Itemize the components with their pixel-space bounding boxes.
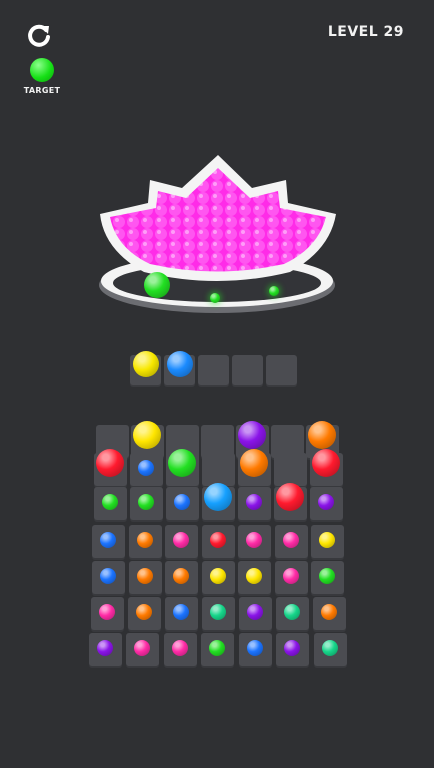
board-ball[interactable] — [320, 604, 337, 620]
board-ball[interactable] — [237, 421, 266, 449]
board-ball[interactable] — [312, 449, 340, 477]
board-ball[interactable] — [318, 494, 334, 510]
board-ball[interactable] — [138, 460, 154, 476]
board-cell[interactable] — [202, 453, 235, 486]
board-ball[interactable] — [246, 604, 263, 620]
board-ball[interactable] — [246, 494, 262, 510]
tray-ball — [167, 351, 193, 377]
base-ring-shadow — [99, 257, 335, 313]
board-ball[interactable] — [282, 532, 299, 548]
board-ball[interactable] — [98, 604, 115, 620]
board-ball[interactable] — [282, 568, 299, 584]
tray-slot — [266, 355, 297, 385]
board-ball[interactable] — [171, 640, 188, 656]
board-ball[interactable] — [102, 494, 118, 510]
target-ball — [30, 58, 54, 82]
board-ball[interactable] — [209, 568, 226, 584]
tray-slot — [232, 355, 263, 385]
board-ball[interactable] — [135, 604, 152, 620]
board-ball[interactable] — [246, 640, 263, 656]
figure-ball — [210, 293, 220, 303]
lotus-fill — [110, 168, 326, 272]
board-ball[interactable] — [276, 483, 304, 511]
board-ball[interactable] — [307, 421, 336, 449]
board-ball[interactable] — [96, 640, 113, 656]
restart-icon — [28, 24, 50, 47]
tray-ball — [133, 351, 159, 377]
lotus-outline — [100, 155, 336, 281]
board-ball[interactable] — [209, 532, 226, 548]
board-ball[interactable] — [136, 568, 153, 584]
board-ball[interactable] — [174, 494, 190, 510]
figure-ball — [269, 286, 279, 296]
board-ball[interactable] — [172, 604, 189, 620]
tray-slot — [198, 355, 229, 385]
target-label: TARGET — [23, 86, 61, 95]
board-ball[interactable] — [240, 449, 268, 477]
board-ball[interactable] — [138, 494, 154, 510]
board-ball[interactable] — [132, 421, 161, 449]
board-ball[interactable] — [204, 483, 232, 511]
level-label: LEVEL 29 — [327, 24, 404, 40]
board-ball[interactable] — [209, 604, 226, 620]
target-indicator: TARGET — [22, 58, 62, 95]
board-cell[interactable] — [274, 453, 307, 486]
board-ball[interactable] — [136, 532, 153, 548]
board-ball[interactable] — [168, 449, 196, 477]
board-ball[interactable] — [321, 640, 338, 656]
restart-button[interactable] — [24, 20, 54, 50]
board-ball[interactable] — [283, 604, 300, 620]
figure-ball — [144, 272, 170, 298]
board-ball[interactable] — [96, 449, 124, 477]
